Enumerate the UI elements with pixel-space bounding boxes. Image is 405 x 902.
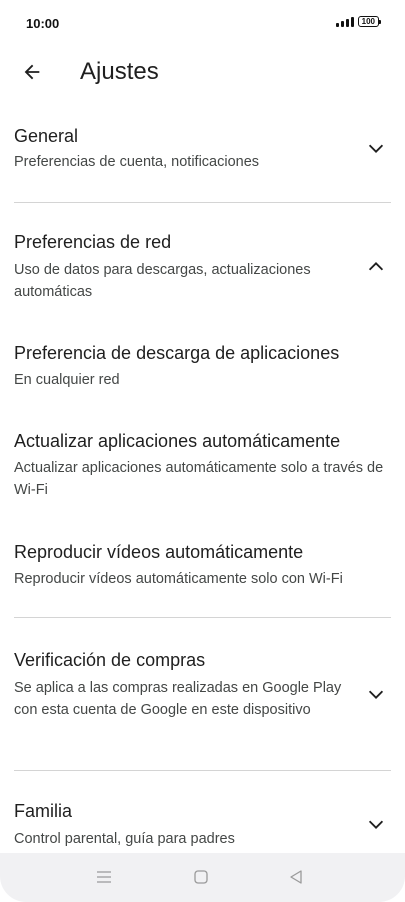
setting-title: Actualizar aplicaciones automáticamente [14, 431, 341, 451]
nav-back-button[interactable] [284, 867, 308, 887]
setting-subtitle: En cualquier red [14, 372, 120, 388]
divider [14, 202, 391, 203]
section-network-title: Preferencias de red [14, 232, 172, 252]
setting-autoplay-videos[interactable]: Reproducir vídeos automáticamente Reprod… [0, 537, 405, 597]
section-network[interactable]: Preferencias de red Uso de datos para de… [0, 226, 405, 310]
setting-title: Preferencia de descarga de aplicaciones [14, 343, 340, 363]
section-general[interactable]: General Preferencias de cuenta, notifica… [0, 120, 405, 190]
chevron-down-icon [368, 820, 384, 829]
nav-menu-button[interactable] [92, 867, 116, 887]
divider [14, 617, 391, 618]
status-icons: 100 [335, 16, 382, 27]
chevron-down-icon [368, 690, 384, 699]
signal-icon [335, 16, 354, 27]
section-purchase-verification[interactable]: Verificación de compras Se aplica a las … [0, 644, 405, 746]
section-purchase-subtitle: Se aplica a las compras realizadas en Go… [14, 680, 342, 718]
setting-title: Reproducir vídeos automáticamente [14, 542, 304, 562]
setting-download-preference[interactable]: Preferencia de descarga de aplicaciones … [0, 338, 405, 398]
battery-icon: 100 [357, 16, 382, 27]
setting-subtitle: Actualizar aplicaciones automáticamente … [14, 460, 384, 498]
home-icon [194, 870, 208, 884]
system-nav-bar [0, 853, 405, 902]
back-triangle-icon [290, 870, 302, 884]
section-general-title: General [14, 126, 79, 146]
page-title: Ajustes [80, 58, 159, 85]
status-bar: 10:00 100 [0, 0, 405, 44]
app-bar: Ajustes [0, 52, 405, 92]
divider [14, 770, 391, 771]
status-time: 10:00 [26, 16, 60, 31]
arrow-back-icon [24, 64, 40, 80]
nav-home-button[interactable] [189, 867, 213, 887]
menu-icon [97, 871, 111, 883]
setting-subtitle: Reproducir vídeos automáticamente solo c… [14, 571, 343, 587]
setting-auto-update[interactable]: Actualizar aplicaciones automáticamente … [0, 426, 405, 506]
section-purchase-title: Verificación de compras [14, 650, 206, 670]
section-family-subtitle: Control parental, guía para padres [14, 831, 235, 847]
chevron-up-icon [368, 262, 384, 271]
section-family[interactable]: Familia Control parental, guía para padr… [0, 795, 405, 851]
section-network-subtitle: Uso de datos para descargas, actualizaci… [14, 262, 311, 300]
battery-level: 100 [361, 17, 375, 26]
back-button[interactable] [16, 56, 48, 88]
chevron-down-icon [368, 144, 384, 153]
section-general-subtitle: Preferencias de cuenta, notificaciones [14, 154, 260, 170]
section-family-title: Familia [14, 801, 73, 821]
